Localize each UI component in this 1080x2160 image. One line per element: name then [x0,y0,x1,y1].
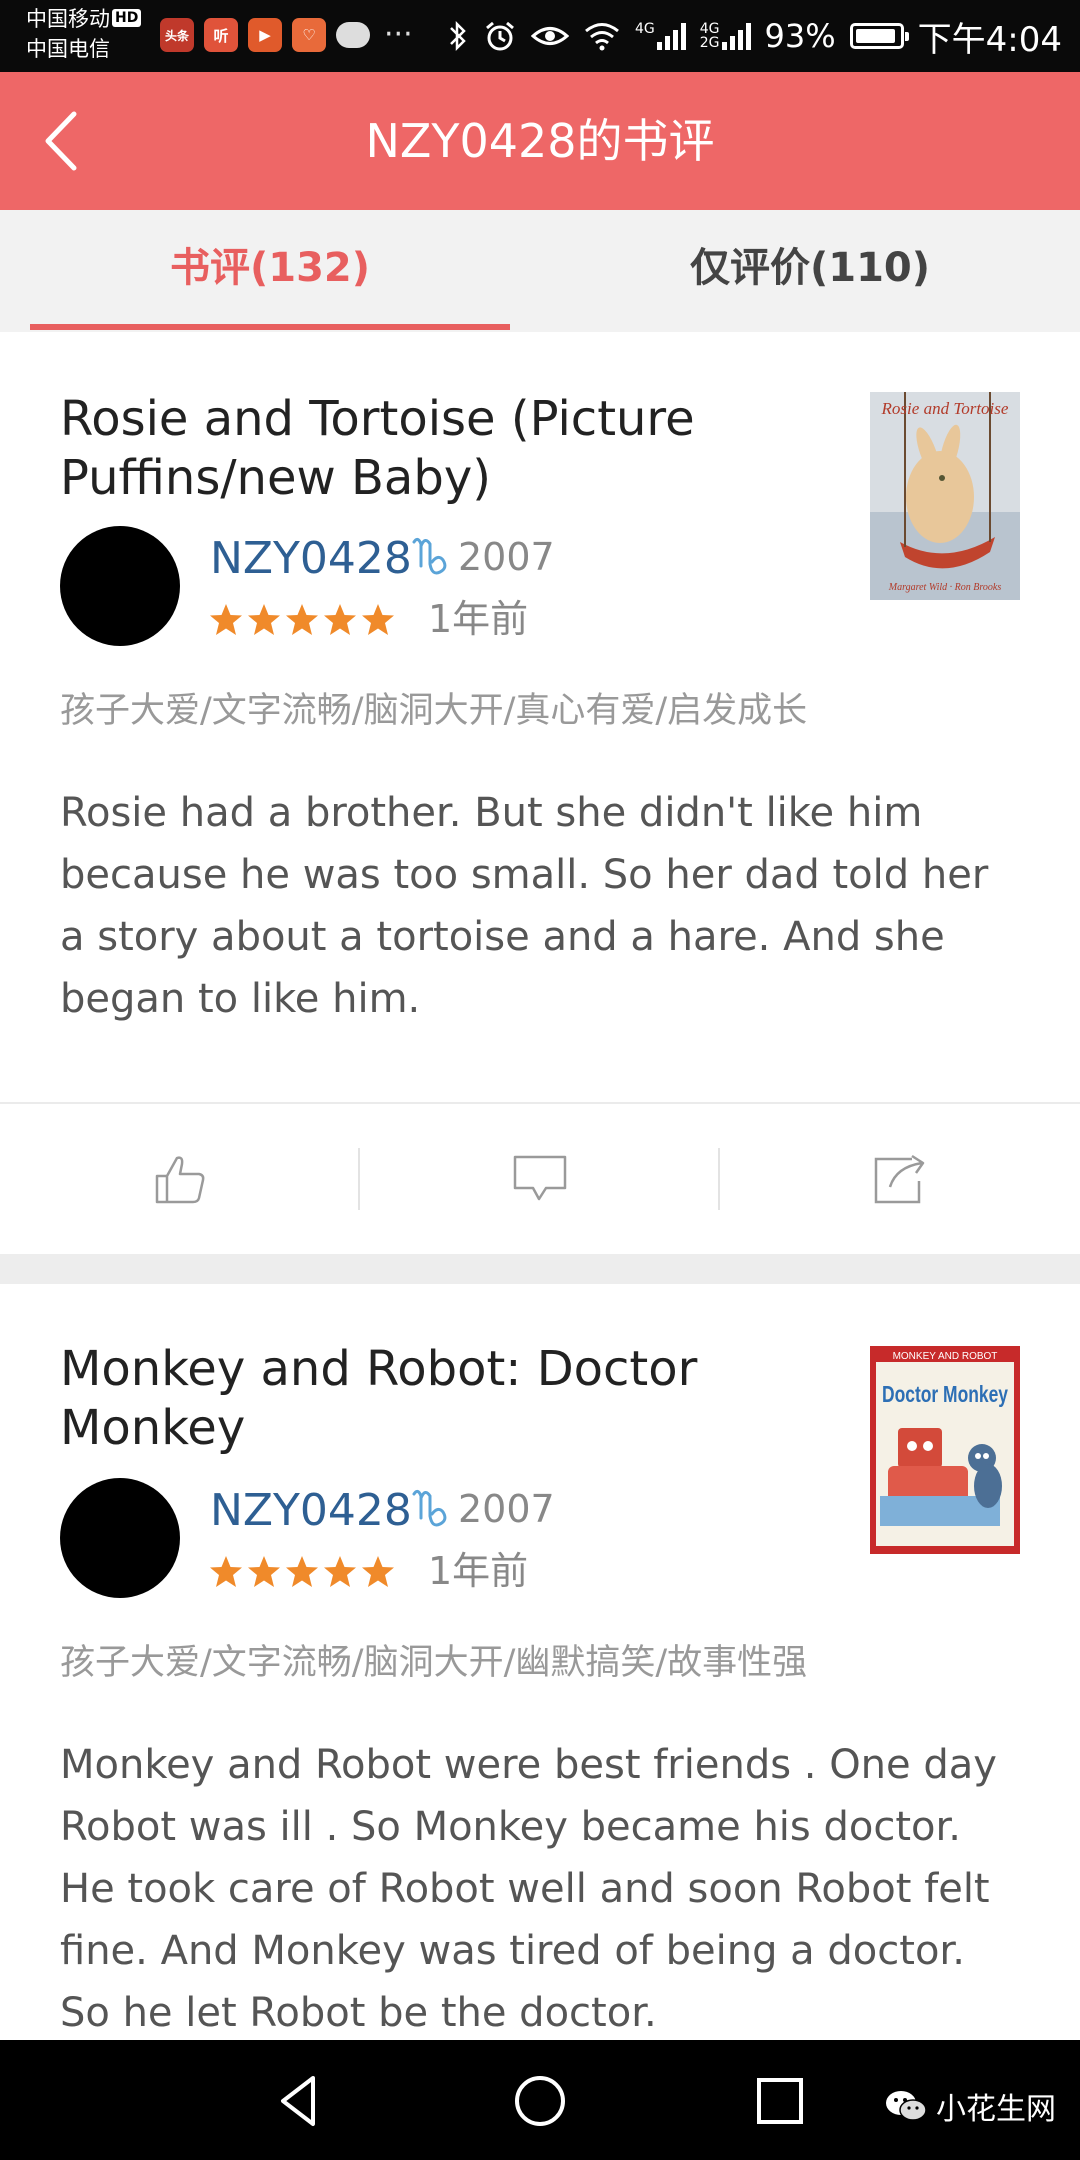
network-type-2b: 2G [699,35,720,51]
review-card: Monkey and Robot: Doctor Monkey MONKEY A… [0,1284,1080,2040]
star-icon [324,604,356,635]
action-bar [0,1102,1080,1252]
review-card: Rosie and Tortoise (Picture Puffins/new … [0,332,1080,1252]
review-text: Rosie had a brother. But she didn't like… [60,790,989,1022]
signal-2: 4G 2G [700,22,751,50]
comment-button[interactable] [360,1104,720,1254]
username[interactable]: NZY0428 [210,534,412,584]
star-icon [286,604,318,635]
status-bar: 中国移动 HD 中国电信 头条 听 ▶ ♡ ··· 4G 4G 2G 93% 下午… [0,0,1080,72]
review-tabs: 书评(132) 仅评价(110) [0,210,1080,332]
capricorn-icon [412,537,447,575]
notification-icons: 头条 听 ▶ ♡ ··· [160,18,413,52]
comment-icon [513,1155,567,1201]
tab-ratings-only[interactable]: 仅评价(110) [540,210,1080,332]
clock: 下午4:04 [917,19,1062,60]
cover-authors: Margaret Wild · Ron Brooks [888,582,1002,593]
network-type-1: 4G [634,21,655,37]
avatar[interactable] [60,1478,180,1598]
star-rating [208,602,396,638]
network-type-2a: 4G [699,21,720,37]
circle-home-icon[interactable] [505,2066,575,2136]
carrier-2: 中国电信 [26,37,110,61]
carrier-info: 中国移动 HD 中国电信 [26,4,142,64]
watermark-text: 小花生网 [936,2092,1056,2127]
chat-notification-icon [336,22,370,48]
triangle-back-icon[interactable] [265,2066,335,2136]
star-icon [286,1556,318,1587]
wechat-icon [886,2091,927,2121]
star-icon [210,604,242,635]
birth-year: 2007 [458,535,555,579]
signal-bars-2-icon [721,22,751,50]
signal-bars-1-icon [656,22,686,50]
star-icon [248,1556,280,1587]
capricorn-icon [412,1489,447,1527]
listen-notification-icon: 听 [204,18,238,52]
star-icon [210,1556,242,1587]
video-notification-icon: ▶ [248,18,282,52]
avatar[interactable] [60,526,180,646]
page-title: NZY0428的书评 [365,114,715,168]
share-button[interactable] [720,1104,1080,1254]
star-icon [362,1556,394,1587]
book-cover-image[interactable]: Rosie and Tortoise Margaret Wild · Ron B… [870,392,1020,600]
birth-year: 2007 [458,1487,555,1531]
active-tab-indicator [30,324,510,330]
system-icons: 4G 4G 2G 93% 下午4:04 [447,0,1080,72]
thumbs-up-icon [155,1156,205,1204]
review-tags: 孩子大爱/文字流畅/脑洞大开/幽默搞笑/故事性强 [60,1643,808,1683]
carrier-1: 中国移动 [26,7,110,31]
cover-series: MONKEY AND ROBOT [893,1351,998,1362]
bluetooth-icon [450,20,466,52]
review-time: 1年前 [428,1549,529,1593]
cover-title: Doctor Monkey [882,1381,1008,1407]
battery-icon [849,23,909,49]
square-recent-icon[interactable] [745,2066,815,2136]
book-cover-image[interactable]: MONKEY AND ROBOT Doctor Monkey [870,1346,1020,1554]
heart-notification-icon: ♡ [292,18,326,52]
book-title[interactable]: Rosie and Tortoise (Picture Puffins/new … [60,390,820,508]
alarm-icon [486,21,514,51]
wifi-icon [585,23,619,51]
star-rating [208,1554,396,1590]
star-icon [248,604,280,635]
app-header: NZY0428的书评 [0,72,1080,210]
review-tags: 孩子大爱/文字流畅/脑洞大开/真心有爱/启发成长 [60,691,808,731]
battery-percent: 93% [764,17,836,55]
tab-reviews[interactable]: 书评(132) [0,210,540,332]
review-text: Monkey and Robot were best friends . One… [60,1742,997,2036]
toutiao-notification-icon: 头条 [160,18,194,52]
signal-1: 4G [635,22,686,50]
card-separator [0,1254,1080,1284]
username[interactable]: NZY0428 [210,1486,412,1536]
cover-title: Rosie and Tortoise [881,399,1009,418]
battery-level-fill [855,29,895,43]
watermark: 小花生网 [884,2084,1056,2128]
like-button[interactable] [0,1104,360,1254]
eye-comfort-icon [530,27,569,45]
star-icon [362,604,394,635]
book-title[interactable]: Monkey and Robot: Doctor Monkey [60,1340,820,1458]
hd-badge: HD [112,9,142,27]
share-icon [874,1154,925,1204]
more-notifications-icon: ··· [384,17,413,52]
network-type-2: 4G 2G [700,22,720,50]
review-time: 1年前 [428,597,529,641]
star-icon [324,1556,356,1587]
